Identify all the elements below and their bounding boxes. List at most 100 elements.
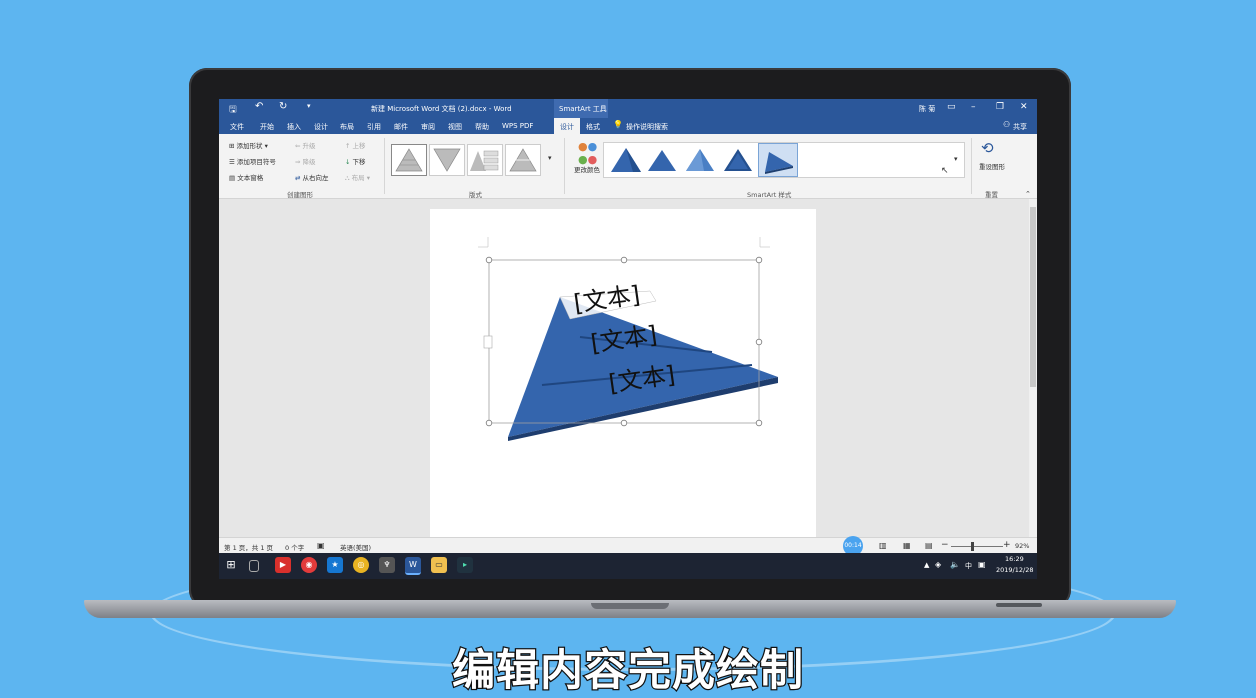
arrow-left-icon: ⇐ xyxy=(295,142,301,150)
redo-icon[interactable]: ↻ xyxy=(279,101,287,112)
promote-button[interactable]: ⇐ 升级 xyxy=(295,140,316,150)
tab-smartart-format[interactable]: 格式 xyxy=(586,122,600,132)
text-pane-button[interactable]: ▤ 文本窗格 xyxy=(229,172,263,182)
taskbar: ⊞ ▶ ◉ ★ ◎ ♆ W ▭ ▸ ▲ ◈ 🔈 中 ▣ 16:29 2019/1… xyxy=(219,553,1037,579)
document-page[interactable]: [文本] [文本] [文本] xyxy=(430,209,816,539)
title-bar: 🖫 ↶ ↻ ▾ 新建 Microsoft Word 文档 (2).docx - … xyxy=(219,99,1037,118)
layout-thumb-segmented[interactable] xyxy=(505,144,541,176)
vpn-app-icon[interactable]: ♆ xyxy=(379,557,395,573)
zoom-slider-thumb[interactable] xyxy=(971,542,974,551)
print-layout-icon[interactable]: ▦ xyxy=(903,541,911,550)
layout-thumb-list[interactable] xyxy=(467,144,503,176)
tab-smartart-design[interactable]: 设计 xyxy=(554,118,580,134)
read-mode-icon[interactable]: ▥ xyxy=(879,541,887,550)
page-count[interactable]: 第 1 页，共 1 页 xyxy=(224,542,273,552)
web-layout-icon[interactable]: ▤ xyxy=(925,541,933,550)
layout-thumb-pyramid[interactable] xyxy=(391,144,427,176)
tray-up-arrow-icon[interactable]: ▲ xyxy=(924,561,929,569)
layout-thumb-inverted[interactable] xyxy=(429,144,465,176)
move-up-button[interactable]: ↑ 上移 xyxy=(345,140,366,150)
tab-layout[interactable]: 布局 xyxy=(340,122,354,132)
document-area: [文本] [文本] [文本] xyxy=(219,199,1037,539)
tab-insert[interactable]: 插入 xyxy=(287,122,301,132)
proofing-icon[interactable]: ▣ xyxy=(317,541,325,550)
style-thumb-4[interactable] xyxy=(720,145,756,175)
person-icon: ⚇ xyxy=(1003,120,1011,129)
context-tab-header: SmartArt 工具 xyxy=(554,99,608,118)
user-name[interactable]: 陈 菊 xyxy=(919,104,935,114)
text-pane-toggle[interactable] xyxy=(483,335,493,349)
word-count[interactable]: 0 个字 xyxy=(285,542,304,552)
style-thumb-5-selected[interactable] xyxy=(758,143,798,177)
demote-button[interactable]: ⇒ 降级 xyxy=(295,156,316,166)
tray-app-icon[interactable]: ◈ xyxy=(935,560,941,569)
word-app-icon[interactable]: W xyxy=(405,557,421,575)
video-subtitle: 编辑内容完成绘制 xyxy=(451,645,805,698)
chrome-icon[interactable]: ◎ xyxy=(353,557,369,573)
share-button[interactable]: 共享 xyxy=(1013,122,1027,132)
restore-icon[interactable]: ❐ xyxy=(996,102,1004,112)
vertical-scrollbar[interactable] xyxy=(1029,199,1037,537)
notification-icon[interactable]: ▣ xyxy=(978,560,986,569)
minimize-icon[interactable]: – xyxy=(971,102,976,112)
app-icon-red[interactable]: ▶ xyxy=(275,557,291,573)
add-bullet-button[interactable]: ☰ 添加项目符号 xyxy=(229,156,276,166)
zoom-level[interactable]: 92% xyxy=(1015,542,1029,550)
right-to-left-button[interactable]: ⇄ 从右向左 xyxy=(295,172,329,182)
style-thumb-3[interactable] xyxy=(682,145,718,175)
group-label-styles: SmartArt 样式 xyxy=(747,191,792,199)
ime-indicator[interactable]: 中 xyxy=(965,561,972,571)
zoom-in-button[interactable]: + xyxy=(1003,540,1011,550)
style-thumb-1[interactable] xyxy=(608,145,644,175)
styles-more-icon[interactable]: ▾ xyxy=(954,155,958,163)
clock-date[interactable]: 2019/12/28 xyxy=(996,566,1033,574)
move-down-button[interactable]: ↓ 下移 xyxy=(345,156,366,166)
tab-mailings[interactable]: 邮件 xyxy=(394,122,408,132)
perspective-pyramid-icon xyxy=(765,152,793,174)
layouts-more-icon[interactable]: ▾ xyxy=(548,154,552,162)
tab-review[interactable]: 审阅 xyxy=(421,122,435,132)
video-editor-icon[interactable]: ▸ xyxy=(457,557,473,573)
tell-me-search[interactable]: 操作说明搜索 xyxy=(626,122,668,132)
org-icon: ⛬ xyxy=(345,174,350,182)
lightbulb-icon: 💡 xyxy=(613,120,623,129)
add-shape-button[interactable]: ⊞ 添加形状 ▾ xyxy=(229,140,268,150)
tab-wps-pdf[interactable]: WPS PDF xyxy=(502,122,533,130)
zoom-out-button[interactable]: − xyxy=(941,540,949,550)
zoom-slider[interactable] xyxy=(951,542,1003,551)
smartart-styles-gallery: ▾ xyxy=(603,142,965,178)
style-thumb-2[interactable] xyxy=(644,145,680,175)
save-icon[interactable]: 🖫 xyxy=(229,102,237,118)
volume-icon[interactable]: 🔈 xyxy=(950,560,960,569)
netease-music-icon[interactable]: ◉ xyxy=(301,557,317,573)
ribbon: ⊞ 添加形状 ▾ ☰ 添加项目符号 ▤ 文本窗格 ⇐ 升级 ⇒ 降级 ⇄ 从右向… xyxy=(219,134,1037,199)
layout-button[interactable]: ⛬ 布局 ▾ xyxy=(345,172,370,183)
tab-home[interactable]: 开始 xyxy=(260,122,274,132)
group-label-reset: 重置 xyxy=(985,191,998,199)
task-view-icon[interactable] xyxy=(249,560,259,572)
tab-file[interactable]: 文件 xyxy=(230,122,244,132)
pyramid-text-1[interactable]: [文本] xyxy=(572,281,642,318)
windows-start-icon[interactable]: ⊞ xyxy=(223,557,239,573)
file-explorer-icon[interactable]: ▭ xyxy=(431,557,447,573)
change-colors-button[interactable]: 更改颜色 xyxy=(574,164,600,174)
reset-graphic-button[interactable]: 重设图形 xyxy=(979,161,1005,171)
tab-help[interactable]: 帮助 xyxy=(475,122,489,132)
arrow-down-icon: ↓ xyxy=(345,158,351,166)
scrollbar-thumb[interactable] xyxy=(1030,207,1036,387)
undo-icon[interactable]: ↶ xyxy=(255,101,263,112)
close-icon[interactable]: ✕ xyxy=(1020,102,1028,112)
quick-access-dropdown-icon[interactable]: ▾ xyxy=(307,102,311,110)
group-label-create: 创建图形 xyxy=(287,191,313,199)
clock-time[interactable]: 16:29 xyxy=(1005,555,1024,563)
star-app-icon[interactable]: ★ xyxy=(327,557,343,573)
ribbon-display-icon[interactable]: ▭ xyxy=(947,102,956,112)
tab-design[interactable]: 设计 xyxy=(314,122,328,132)
collapse-ribbon-icon[interactable]: ⌃ xyxy=(1025,190,1031,198)
tab-references[interactable]: 引用 xyxy=(367,122,381,132)
swap-icon: ⇄ xyxy=(295,174,301,182)
arrow-up-icon: ↑ xyxy=(345,142,351,150)
tab-view[interactable]: 视图 xyxy=(448,122,462,132)
reset-graphic-icon: ⟲ xyxy=(981,139,994,157)
language[interactable]: 英语(美国) xyxy=(340,542,371,552)
